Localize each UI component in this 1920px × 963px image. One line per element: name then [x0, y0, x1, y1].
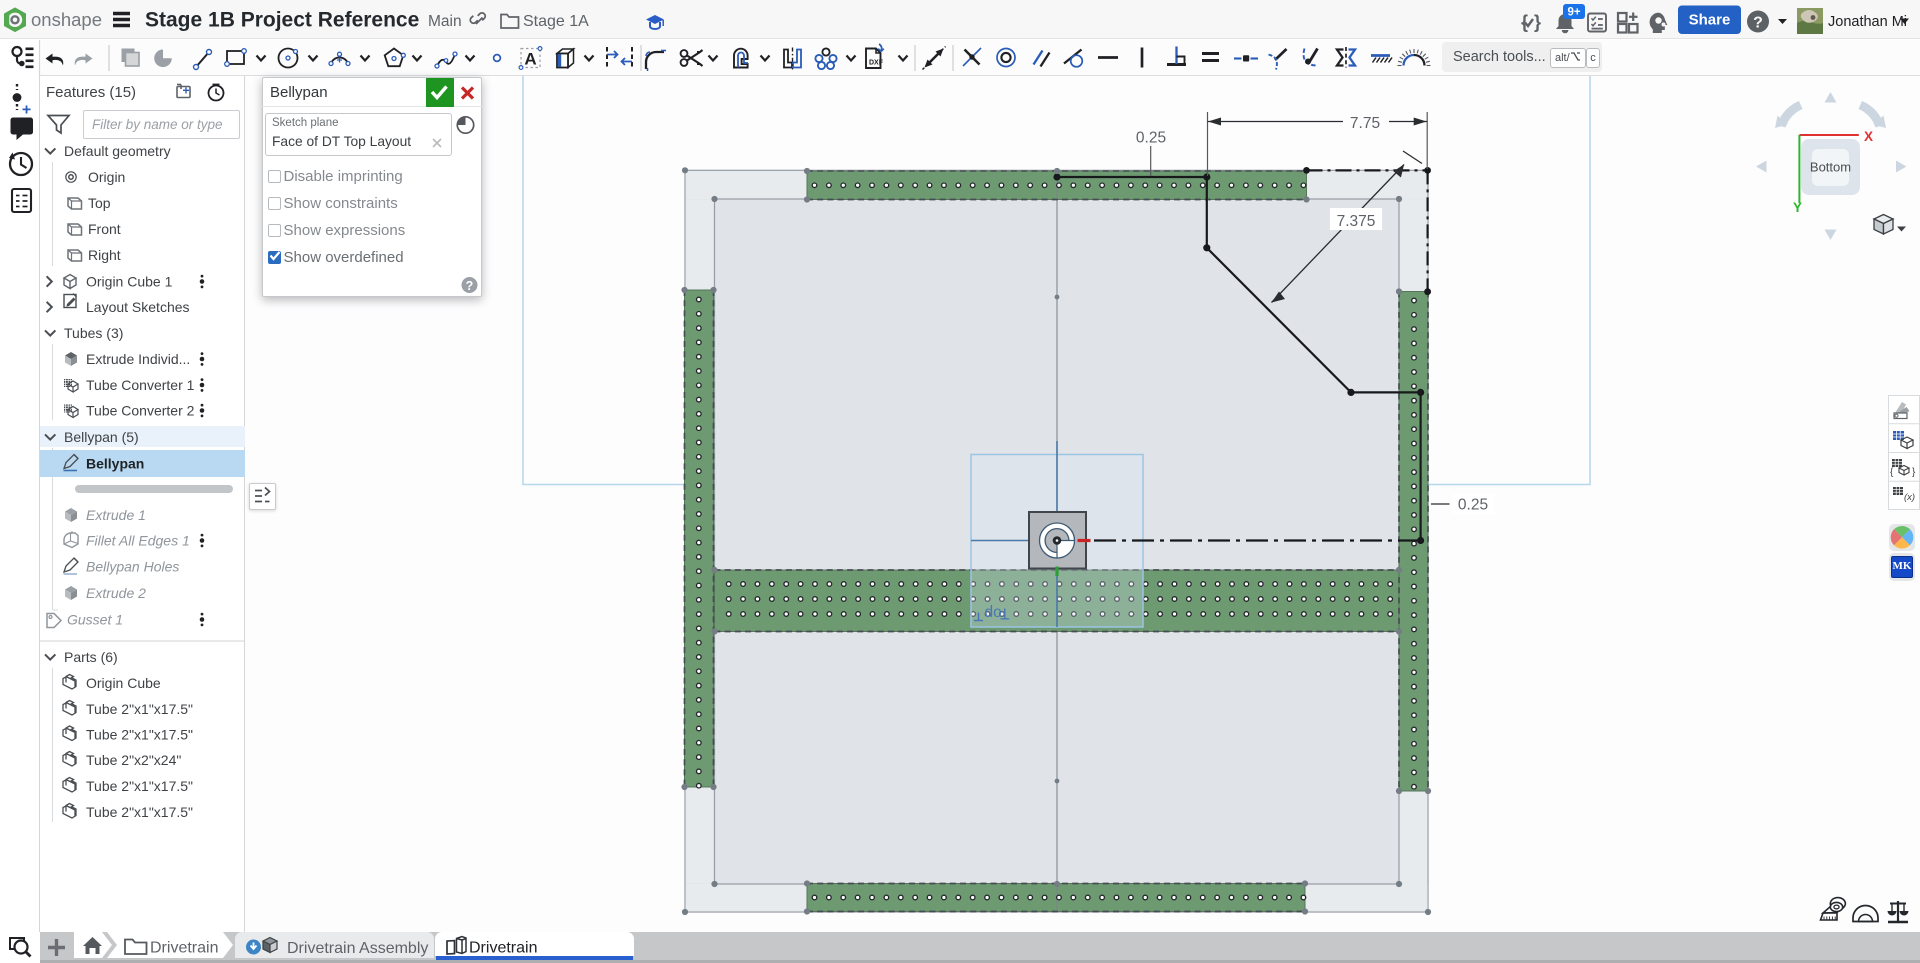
svg-text:Tube Converter 2: Tube Converter 2: [86, 403, 195, 419]
svg-text:?: ?: [1753, 15, 1763, 32]
svg-text:Jonathan Mi: Jonathan Mi: [1828, 14, 1907, 30]
svg-text:onshape: onshape: [31, 9, 102, 30]
svg-text:Gusset 1: Gusset 1: [67, 612, 123, 628]
svg-text:Drivetrain: Drivetrain: [150, 940, 218, 957]
svg-text:Extrude Individ...: Extrude Individ...: [86, 351, 190, 367]
svg-text:7.375: 7.375: [1337, 213, 1376, 230]
svg-text:DXF: DXF: [869, 60, 884, 67]
svg-text:Tube 2"x1"x17.5": Tube 2"x1"x17.5": [86, 727, 193, 743]
svg-text:Main: Main: [428, 13, 462, 30]
svg-text:?: ?: [466, 279, 474, 293]
svg-text:Bottom: Bottom: [1810, 160, 1851, 175]
svg-text:Parts (6): Parts (6): [64, 649, 118, 665]
svg-text:0.25: 0.25: [1458, 497, 1488, 514]
svg-text:}: }: [1534, 12, 1541, 32]
svg-text:7.75: 7.75: [1350, 115, 1380, 132]
svg-text:Tube Converter 1: Tube Converter 1: [86, 377, 195, 393]
svg-text:Tube 2"x1"x17.5": Tube 2"x1"x17.5": [86, 701, 193, 717]
svg-text:Top: Top: [88, 195, 111, 211]
svg-text:Bellypan (5): Bellypan (5): [64, 429, 139, 445]
svg-text:Bellypan Holes: Bellypan Holes: [86, 559, 179, 575]
svg-text:Extrude 2: Extrude 2: [86, 585, 146, 601]
svg-text:Fillet All Edges 1: Fillet All Edges 1: [86, 533, 190, 549]
svg-text:Stage 1A: Stage 1A: [523, 13, 589, 30]
svg-text:Origin Cube: Origin Cube: [86, 675, 161, 691]
svg-text:Default geometry: Default geometry: [64, 143, 171, 159]
svg-text:Tubes (3): Tubes (3): [64, 325, 123, 341]
svg-text:Tube 2"x1"x17.5": Tube 2"x1"x17.5": [86, 778, 193, 794]
svg-text:A: A: [524, 50, 536, 69]
svg-text:Bellypan: Bellypan: [86, 456, 144, 472]
svg-text:Right: Right: [88, 247, 121, 263]
svg-text:9+: 9+: [1567, 7, 1580, 19]
svg-text:Y: Y: [1793, 200, 1802, 215]
svg-text:Origin: Origin: [88, 169, 125, 185]
svg-text:Stage 1B Project Reference: Stage 1B Project Reference: [145, 9, 419, 32]
svg-text:Origin Cube 1: Origin Cube 1: [86, 274, 173, 290]
svg-text:(x): (x): [1904, 492, 1915, 503]
svg-text:Tube 2"x2"x24": Tube 2"x2"x24": [86, 752, 181, 768]
svg-text:Front: Front: [88, 221, 121, 237]
svg-text:Top: Top: [985, 605, 1010, 622]
svg-text:Drivetrain: Drivetrain: [469, 940, 537, 957]
svg-text:{: {: [1521, 12, 1528, 32]
svg-text:Tube 2"x1"x17.5": Tube 2"x1"x17.5": [86, 804, 193, 820]
svg-text:X: X: [1864, 129, 1873, 144]
svg-text:Extrude 1: Extrude 1: [86, 507, 146, 523]
svg-text:Share: Share: [1689, 12, 1731, 29]
svg-text:}: }: [1912, 467, 1916, 478]
svg-text:+: +: [22, 102, 31, 119]
svg-text:Drivetrain Assembly: Drivetrain Assembly: [287, 940, 428, 957]
svg-text:{: {: [1890, 467, 1894, 478]
svg-text:0.25: 0.25: [1136, 130, 1166, 147]
svg-text:Layout Sketches: Layout Sketches: [86, 299, 190, 315]
